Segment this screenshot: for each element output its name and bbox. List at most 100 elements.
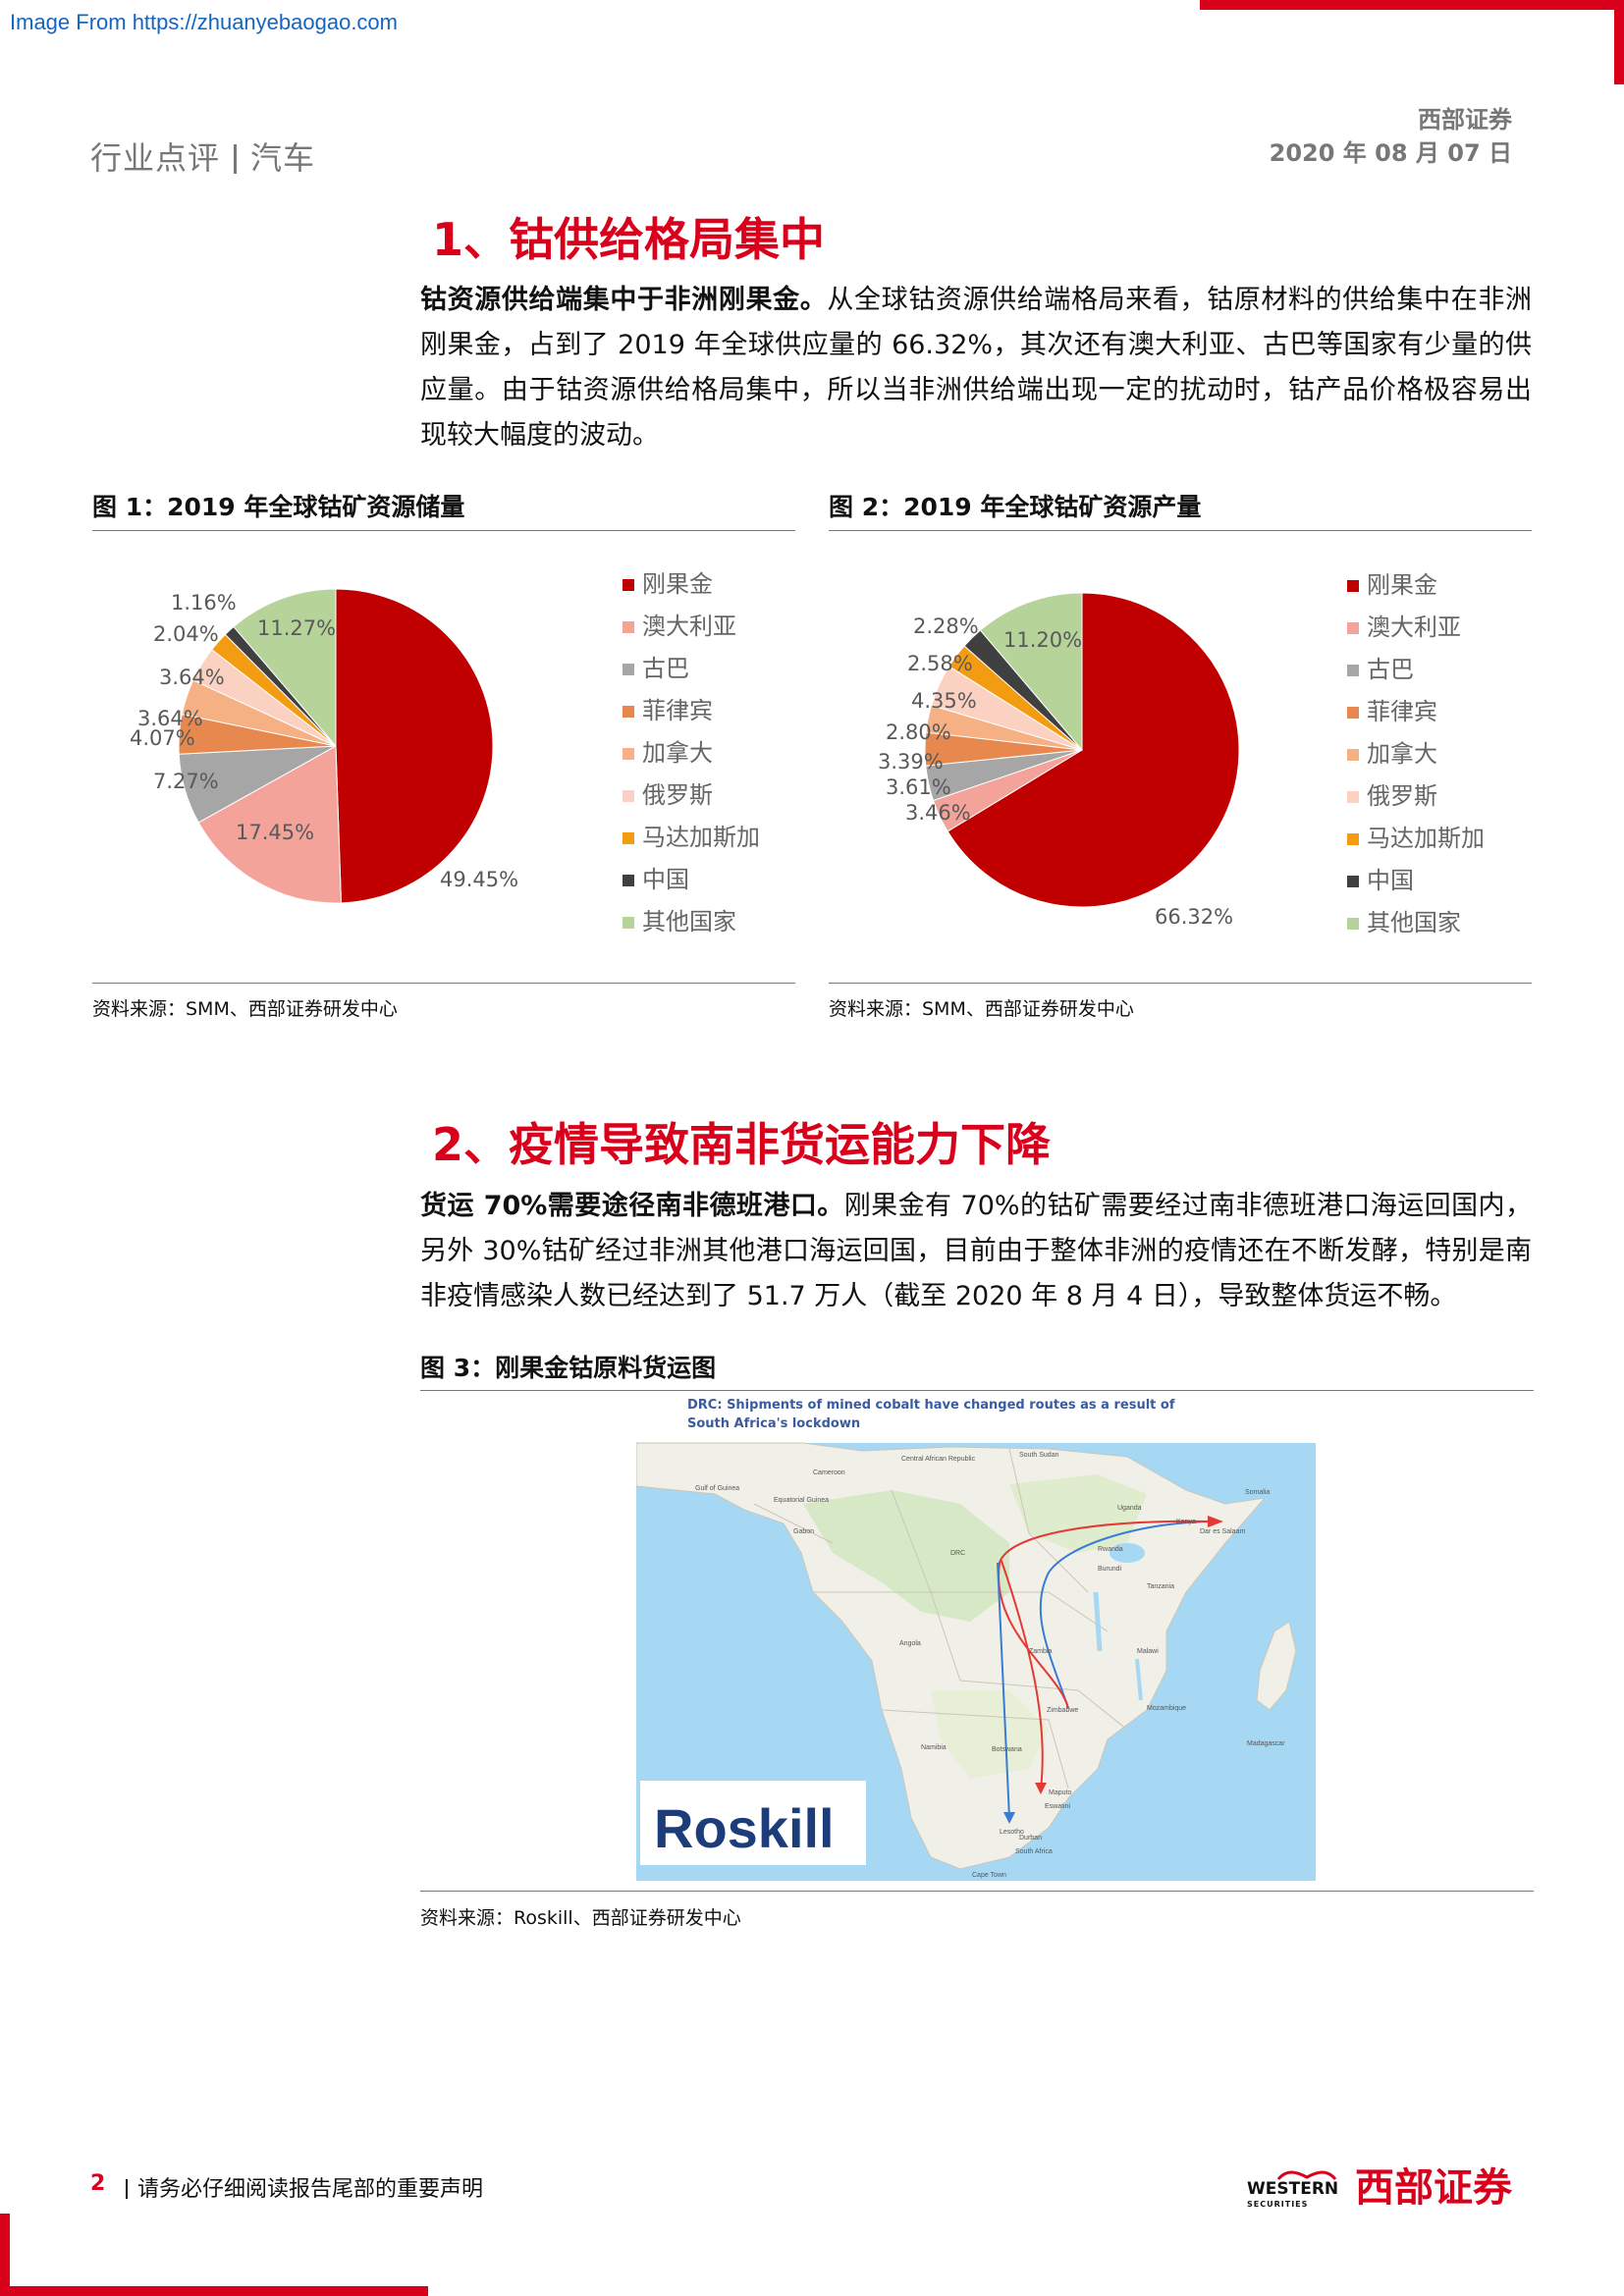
legend-label: 古巴: [642, 655, 689, 682]
figure-2-bottom-rule: [829, 983, 1532, 984]
legend-item: 俄罗斯: [1347, 775, 1485, 818]
legend-label: 刚果金: [642, 570, 713, 598]
section-1-title: 1、钴供给格局集中: [432, 213, 826, 266]
map-place-label: DRC: [950, 1550, 965, 1557]
legend-label: 俄罗斯: [642, 781, 713, 809]
section-1-paragraph: 钴资源供给端集中于非洲刚果金。从全球钴资源供给端格局来看，钴原材料的供给集中在非…: [420, 278, 1532, 458]
legend-item: 澳大利亚: [1347, 607, 1485, 649]
figure-1-title: 图 1：2019 年全球钴矿资源储量: [92, 493, 465, 521]
figure-1-source: 资料来源：SMM、西部证券研发中心: [92, 998, 398, 1020]
map-place-label: Cameroon: [813, 1469, 845, 1476]
legend-swatch: [623, 916, 634, 929]
map-place-label: Burundi: [1098, 1566, 1122, 1573]
pie-data-label: 4.35%: [911, 689, 977, 713]
pie-data-label: 11.27%: [257, 616, 337, 640]
legend-label: 菲律宾: [642, 697, 713, 724]
legend-label: 俄罗斯: [1367, 782, 1437, 810]
category-label: 行业点评: [90, 139, 221, 177]
map-place-label: Durban: [1019, 1835, 1042, 1842]
map-caption: DRC: Shipments of mined cobalt have chan…: [687, 1398, 1175, 1431]
pie-data-label: 7.27%: [153, 770, 219, 793]
logo-english: WESTERN: [1247, 2179, 1339, 2199]
legend-swatch: [623, 831, 634, 844]
legend-label: 马达加斯加: [1367, 825, 1485, 852]
corner-decoration-top-vertical: [1614, 0, 1624, 84]
legend-label: 中国: [1367, 867, 1414, 894]
legend-swatch: [1347, 917, 1359, 930]
map-place-label: Tanzania: [1147, 1583, 1174, 1590]
pie-data-label: 17.45%: [236, 821, 315, 844]
logo-english-sub: SECURITIES: [1247, 2200, 1309, 2209]
map-place-label: Botswana: [992, 1746, 1022, 1753]
map-place-label: Gabon: [793, 1528, 814, 1535]
pie-data-label: 3.64%: [159, 666, 225, 689]
section-1-lead: 钴资源供给端集中于非洲刚果金。: [420, 285, 828, 315]
footer-notice: 请务必仔细阅读报告尾部的重要声明: [116, 2171, 483, 2203]
pie-data-label: 49.45%: [440, 868, 519, 891]
figure-2-legend: 刚果金 澳大利亚 古巴 菲律宾 加拿大 俄罗斯 马达加斯加 中国 其他国家: [1347, 564, 1485, 944]
legend-label: 澳大利亚: [1367, 614, 1461, 641]
pie-data-label: 66.32%: [1155, 905, 1234, 929]
section-2-lead: 货运 70%需要途径南非德班港口。: [420, 1191, 844, 1221]
page-number: 2: [90, 2171, 106, 2196]
map-place-label: Eswatini: [1045, 1803, 1071, 1810]
shipment-map-drawing: Cameroon Central African Republic South Su…: [636, 1396, 1316, 1881]
legend-label: 中国: [642, 866, 689, 893]
report-date: 2020 年 08 月 07 日: [1269, 139, 1512, 167]
legend-item: 中国: [1347, 860, 1485, 902]
legend-item: 俄罗斯: [623, 774, 760, 817]
legend-item: 刚果金: [623, 563, 760, 606]
legend-swatch: [1347, 664, 1359, 676]
legend-label: 加拿大: [642, 739, 713, 767]
pie-data-label: 1.16%: [171, 591, 237, 614]
map-place-label: Central African Republic: [901, 1456, 976, 1463]
figure-2-top-rule: [829, 530, 1532, 531]
pie-data-label: 2.58%: [907, 652, 973, 675]
pie-data-label: 2.28%: [913, 614, 979, 638]
legend-swatch: [623, 789, 634, 802]
legend-item: 马达加斯加: [1347, 818, 1485, 860]
section-2-paragraph: 货运 70%需要途径南非德班港口。刚果金有 70%的钴矿需要经过南非德班港口海运…: [420, 1184, 1532, 1319]
legend-item: 其他国家: [1347, 902, 1485, 944]
figure-1-top-rule: [92, 530, 795, 531]
legend-label: 刚果金: [1367, 571, 1437, 599]
corner-decoration-bottom: [0, 2286, 428, 2296]
western-securities-logo: WESTERN SECURITIES: [1247, 2167, 1338, 2213]
header-divider: [234, 144, 238, 174]
legend-label: 其他国家: [642, 908, 736, 935]
section-2-title: 2、疫情导致南非货运能力下降: [432, 1118, 1052, 1171]
legend-label: 马达加斯加: [642, 824, 760, 851]
legend-swatch: [1347, 621, 1359, 634]
footer-divider: [126, 2179, 128, 2199]
legend-item: 马达加斯加: [623, 817, 760, 859]
legend-swatch: [1347, 706, 1359, 719]
pie-data-label: 3.61%: [886, 775, 951, 799]
legend-item: 澳大利亚: [623, 606, 760, 648]
figure-2-source: 资料来源：SMM、西部证券研发中心: [829, 998, 1134, 1020]
map-place-label: Mozambique: [1147, 1705, 1186, 1712]
map-place-label: Uganda: [1117, 1505, 1142, 1512]
map-place-label: South Africa: [1015, 1848, 1053, 1855]
map-place-label: Zimbabwe: [1047, 1707, 1078, 1714]
map-place-label: Kenya: [1176, 1519, 1196, 1525]
pie-slice: [335, 588, 494, 904]
map-place-label: Dar es Salaam: [1200, 1528, 1245, 1535]
figure-1-bottom-rule: [92, 983, 795, 984]
legend-swatch: [623, 874, 634, 886]
legend-label: 其他国家: [1367, 909, 1461, 936]
pie-data-label: 2.80%: [886, 721, 951, 744]
legend-item: 古巴: [1347, 649, 1485, 691]
map-place-label: Namibia: [921, 1744, 947, 1751]
legend-item: 其他国家: [623, 901, 760, 943]
legend-label: 菲律宾: [1367, 698, 1437, 725]
legend-item: 古巴: [623, 648, 760, 690]
legend-swatch: [623, 620, 634, 633]
footer-notice-text: 请务必仔细阅读报告尾部的重要声明: [137, 2177, 484, 2202]
legend-item: 菲律宾: [623, 690, 760, 732]
pie-data-label: 3.39%: [878, 750, 944, 774]
legend-swatch: [623, 705, 634, 718]
legend-item: 中国: [623, 859, 760, 901]
map-place-label: Somalia: [1245, 1489, 1270, 1496]
company-name: 西部证券: [1418, 106, 1512, 133]
report-category: 行业点评 汽车: [90, 133, 315, 179]
